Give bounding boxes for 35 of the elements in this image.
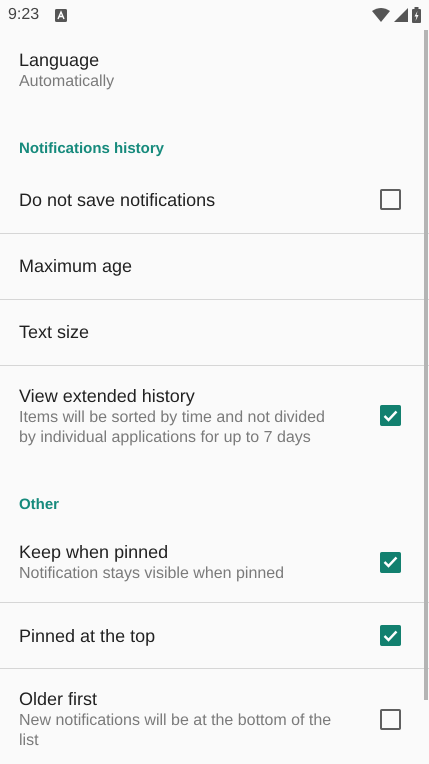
preference-row[interactable]: Pinned at the top	[0, 602, 429, 668]
battery-icon	[412, 7, 421, 23]
preference-title: Keep when pinned	[19, 541, 170, 564]
section-header: Notifications history	[18, 139, 166, 159]
preference-title: View extended history	[19, 384, 196, 408]
preference-row[interactable]: Do not save notifications	[0, 166, 429, 232]
wifi-icon	[372, 8, 390, 22]
clock: 9:23	[8, 5, 40, 25]
checkbox[interactable]	[380, 405, 401, 426]
section-header: Other	[18, 494, 60, 514]
notification-icon	[55, 8, 68, 22]
preference-row[interactable]: View extended history Items will be sorted by time and not divided by individual applications for up to 7 days	[0, 364, 429, 466]
check-icon	[383, 630, 398, 642]
preference-summary: Notification stays visible when pinned	[19, 564, 286, 584]
preference-summary: Automatically	[19, 72, 116, 92]
preference-row[interactable]: Keep when pinned Notification stays visible when pinned	[0, 522, 429, 602]
preference-title: Language	[19, 49, 100, 72]
signal-icon	[394, 8, 408, 22]
checkbox[interactable]	[380, 708, 401, 730]
preference-summary: Items will be sorted by time and not divided by individual applications for up to 7 days	[19, 408, 326, 448]
checkbox[interactable]	[380, 625, 401, 646]
preference-title: Pinned at the top	[19, 624, 156, 648]
preference-row[interactable]: Language Automatically	[0, 30, 429, 110]
checkbox[interactable]	[380, 552, 401, 572]
preference-title: Older first	[19, 688, 98, 711]
preference-summary: New notifications will be at the bottom of the list	[19, 711, 332, 751]
preference-row[interactable]: Text size	[0, 298, 429, 364]
preference-row[interactable]: Maximum age	[0, 232, 429, 298]
preference-row[interactable]: Older first New notifications will be at the bottom of the list	[0, 668, 429, 764]
preference-title: Maximum age	[19, 255, 134, 278]
checkbox[interactable]	[380, 189, 401, 210]
check-icon	[383, 556, 398, 568]
check-icon	[383, 410, 398, 422]
preference-title: Text size	[19, 321, 90, 344]
preference-title: Do not save notifications	[19, 188, 216, 212]
